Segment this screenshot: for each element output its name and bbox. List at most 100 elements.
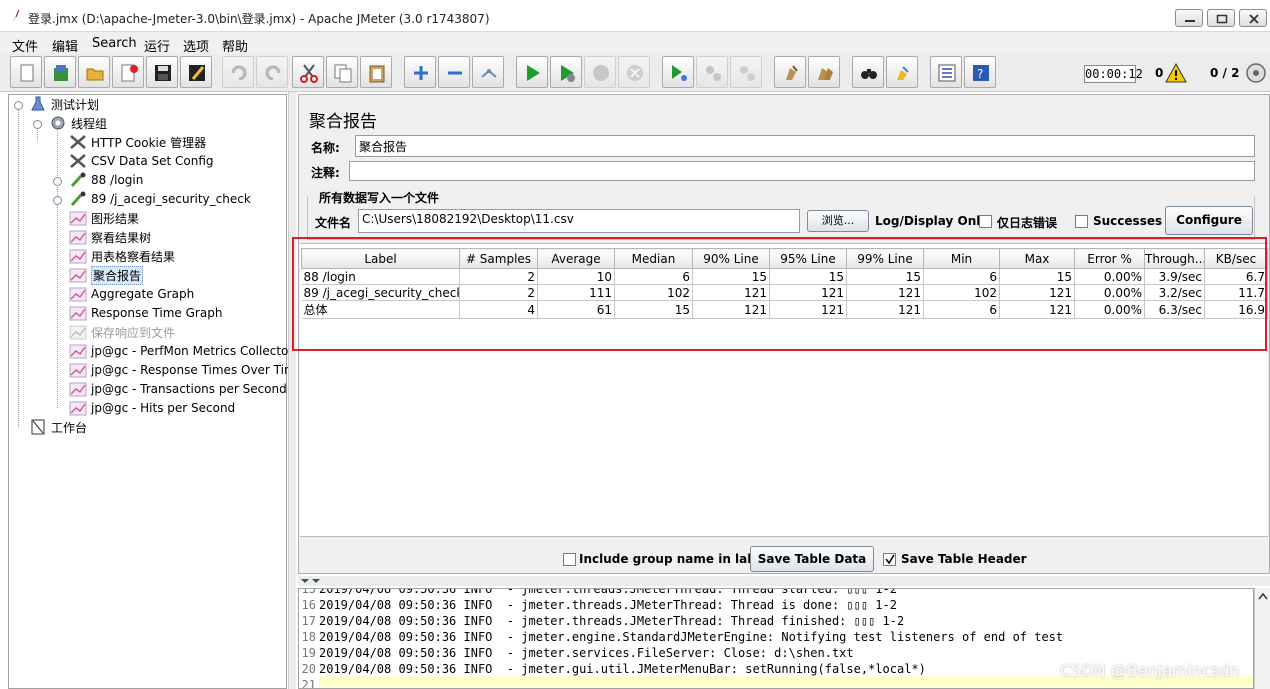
tree-item-thread-group[interactable]: 线程组: [49, 114, 107, 132]
tree-item-response-times-over-time[interactable]: jp@gc - Response Times Over Tim: [69, 361, 296, 379]
tree-item-aggregate-report[interactable]: 聚合报告: [69, 265, 144, 285]
save-as-button[interactable]: [180, 56, 212, 88]
broom-search-icon: [897, 66, 909, 80]
tree-item-workbench[interactable]: 工作台: [29, 418, 87, 436]
menu-search[interactable]: Search: [90, 34, 139, 53]
table-cell: 88 /login: [301, 268, 460, 285]
warning-icon[interactable]: [1165, 63, 1187, 83]
tree-item-response-time-graph[interactable]: Response Time Graph: [69, 304, 222, 322]
clear-all-button[interactable]: [808, 56, 840, 88]
collapse-all-button[interactable]: [438, 56, 470, 88]
warning-count: 0: [1155, 66, 1164, 80]
filename-input[interactable]: C:\Users\18082192\Desktop\11.csv: [358, 209, 800, 233]
errors-only-checkbox[interactable]: [979, 215, 992, 228]
new-button[interactable]: [10, 56, 42, 88]
paste-button[interactable]: [360, 56, 392, 88]
close-button[interactable]: [1239, 9, 1267, 27]
tree-item-view-results-tree[interactable]: 察看结果树: [69, 228, 151, 246]
tree-item-cookie-manager[interactable]: HTTP Cookie 管理器: [69, 133, 206, 151]
collapse-arrows-icon[interactable]: [300, 578, 322, 584]
log-line: 19 2019/04/08 09:50:36 INFO - jmeter.serv…: [301, 646, 854, 660]
tree-item-test-plan[interactable]: 测试计划: [29, 95, 99, 113]
include-group-checkbox[interactable]: [563, 553, 576, 566]
remote-start-all-button[interactable]: [662, 56, 694, 88]
filename-label: 文件名: [315, 216, 352, 230]
undo-button[interactable]: [222, 56, 254, 88]
tree-toggle-test-plan[interactable]: [14, 101, 23, 110]
column-header[interactable]: Median: [614, 248, 693, 269]
column-header[interactable]: Error %: [1074, 248, 1145, 269]
listener-chart-icon: [69, 382, 87, 397]
table-row[interactable]: 总体 4 61 15 121 121 121 6 121 0.00% 6.3/s…: [301, 300, 1268, 319]
clear-button[interactable]: [774, 56, 806, 88]
comment-input[interactable]: [349, 161, 1255, 181]
save-table-data-button[interactable]: Save Table Data: [750, 546, 874, 572]
menu-bar: 文件 编辑 Search 运行 选项 帮助: [0, 32, 1270, 55]
table-row[interactable]: 89 /j_acegi_security_check 2 111 102 121…: [301, 284, 1268, 301]
save-table-header-checkbox[interactable]: [883, 553, 896, 566]
column-header[interactable]: 95% Line: [769, 248, 847, 269]
tree-label: Response Time Graph: [91, 306, 223, 320]
tree-item-hits-per-second[interactable]: jp@gc - Hits per Second: [69, 399, 235, 417]
tree-toggle-security-check[interactable]: [53, 196, 62, 205]
tree-item-transactions-per-second[interactable]: jp@gc - Transactions per Second: [69, 380, 287, 398]
close-plan-button[interactable]: [112, 56, 144, 88]
tree-label: HTTP Cookie 管理器: [91, 135, 207, 150]
column-header[interactable]: 99% Line: [846, 248, 924, 269]
help-button[interactable]: ?: [964, 56, 996, 88]
tree-item-sampler-login[interactable]: 88 /login: [69, 171, 143, 189]
tree-item-csv-config[interactable]: CSV Data Set Config: [69, 152, 214, 170]
shutdown-button[interactable]: [618, 56, 650, 88]
tree-label: 88 /login: [91, 173, 144, 187]
column-header[interactable]: Average: [537, 248, 615, 269]
save-button[interactable]: [146, 56, 178, 88]
results-table: Label # Samples Average Median 90% Line …: [301, 248, 1268, 319]
tree-toggle-login[interactable]: [53, 177, 62, 186]
column-header[interactable]: Min: [923, 248, 1000, 269]
column-header[interactable]: Through...: [1144, 248, 1205, 269]
redo-button[interactable]: [256, 56, 288, 88]
cut-button[interactable]: [292, 56, 324, 88]
panel-splitter[interactable]: [288, 92, 296, 689]
log-divider[interactable]: [298, 576, 1270, 586]
remote-stop-all-button[interactable]: [696, 56, 728, 88]
stop-button[interactable]: [584, 56, 616, 88]
configure-button[interactable]: Configure: [1165, 206, 1253, 235]
copy-button[interactable]: [326, 56, 358, 88]
name-input[interactable]: 聚合报告: [355, 135, 1255, 157]
plus-icon: [414, 66, 428, 80]
reset-search-button[interactable]: [886, 56, 918, 88]
tree-item-graph-results[interactable]: 图形结果: [69, 209, 139, 227]
successes-checkbox[interactable]: [1075, 215, 1088, 228]
start-button[interactable]: [516, 56, 548, 88]
scroll-up-icon[interactable]: [1258, 592, 1268, 600]
column-header[interactable]: # Samples: [459, 248, 538, 269]
minimize-button[interactable]: [1175, 9, 1203, 27]
tree-toggle-thread-group[interactable]: [33, 120, 42, 129]
table-row[interactable]: 88 /login 2 10 6 15 15 15 6 15 0.00% 3.9…: [301, 268, 1268, 285]
function-helper-button[interactable]: [930, 56, 962, 88]
table-cell: 2: [459, 268, 538, 285]
expand-all-button[interactable]: [404, 56, 436, 88]
maximize-button[interactable]: [1207, 9, 1235, 27]
tree-item-table-results[interactable]: 用表格察看结果: [69, 247, 175, 265]
toggle-button[interactable]: [472, 56, 504, 88]
column-header[interactable]: 90% Line: [692, 248, 770, 269]
remote-shutdown-all-button[interactable]: [730, 56, 762, 88]
column-header[interactable]: Label: [301, 248, 460, 269]
tree-item-sampler-security-check[interactable]: 89 /j_acegi_security_check: [69, 190, 251, 208]
tree-item-save-responses[interactable]: 保存响应到文件: [69, 323, 175, 341]
start-no-pauses-button[interactable]: [550, 56, 582, 88]
listener-chart-icon: [69, 287, 87, 302]
templates-button[interactable]: [44, 56, 76, 88]
column-header[interactable]: KB/sec: [1204, 248, 1268, 269]
search-button[interactable]: [852, 56, 884, 88]
browse-button[interactable]: 浏览...: [807, 210, 869, 232]
tree-item-perfmon[interactable]: jp@gc - PerfMon Metrics Collector: [69, 342, 293, 360]
log-scrollbar[interactable]: [1254, 588, 1270, 689]
open-button[interactable]: [78, 56, 110, 88]
table-cell: 15: [846, 268, 924, 285]
column-header[interactable]: Max: [999, 248, 1075, 269]
paste-icon: [369, 65, 385, 83]
tree-item-aggregate-graph[interactable]: Aggregate Graph: [69, 285, 194, 303]
